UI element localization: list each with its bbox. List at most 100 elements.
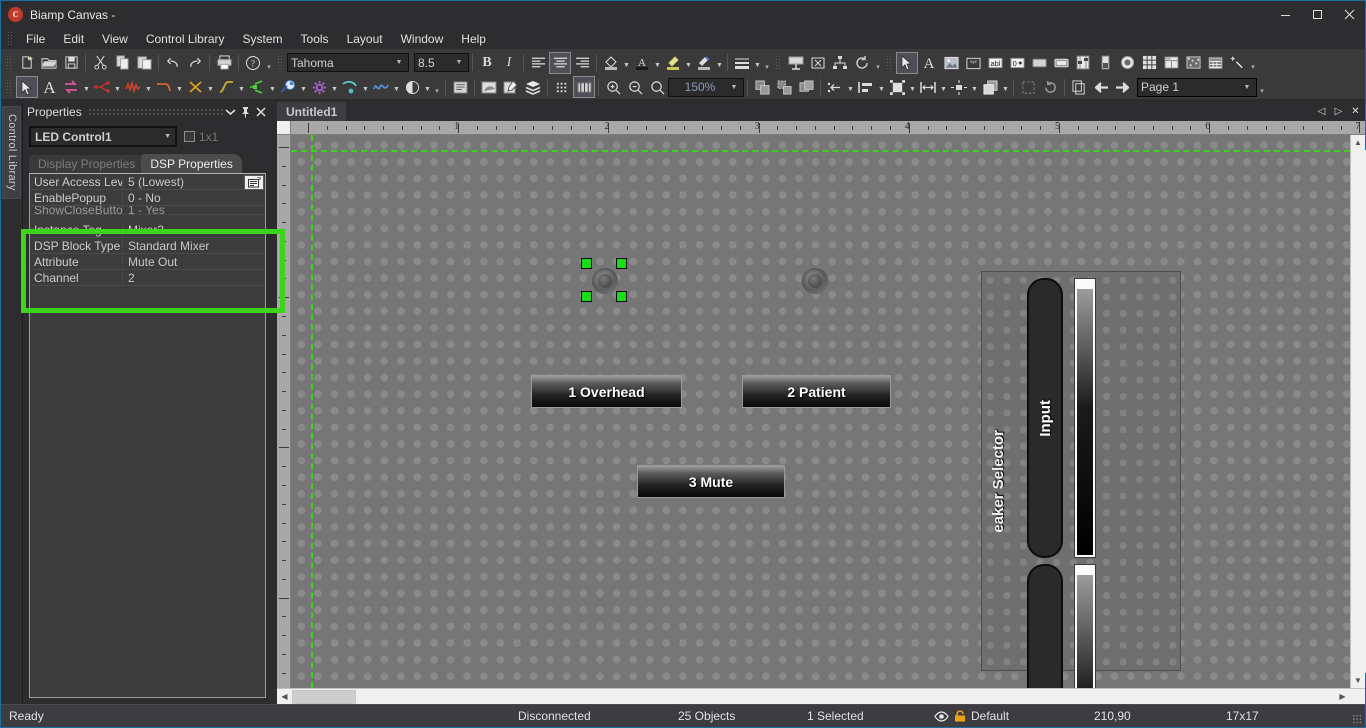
toolbar-overflow-icon[interactable]: ▾ [264, 52, 274, 74]
paint-format-icon[interactable] [693, 52, 715, 74]
panel-drag-dots[interactable] [87, 107, 223, 117]
pin-icon[interactable] [238, 104, 253, 120]
canvas-button-1-overhead[interactable]: 1 Overhead [531, 375, 682, 408]
matrix-tool-icon[interactable] [1182, 52, 1204, 74]
object-selector-combo[interactable]: LED Control1 ▼ [29, 126, 177, 147]
chevron-down-icon[interactable]: ▼ [939, 76, 948, 98]
chevron-down-icon[interactable]: ▼ [113, 76, 122, 98]
table-tool-icon[interactable] [1160, 52, 1182, 74]
equalizer-block-icon[interactable] [122, 76, 144, 98]
text-block-icon[interactable]: A [38, 76, 60, 98]
zoom-level-combo[interactable]: 150% ▼ [668, 77, 744, 97]
redo-icon[interactable] [184, 52, 206, 74]
properties-panel-icon[interactable] [449, 76, 471, 98]
canvas-vertical-scrollbar[interactable]: ▲ ▼ [1350, 135, 1366, 688]
input-pill-button-2[interactable] [1027, 564, 1063, 688]
menu-control-library[interactable]: Control Library [137, 29, 234, 49]
refresh-icon[interactable] [851, 52, 873, 74]
property-row-show-close-button[interactable]: ShowCloseButton 1 - Yes [30, 206, 265, 215]
canvas-button-2-patient[interactable]: 2 Patient [742, 375, 891, 408]
select-tool-icon[interactable] [896, 51, 918, 74]
property-row-channel[interactable]: Channel 2 [30, 270, 265, 286]
hierarchy-icon[interactable] [829, 52, 851, 74]
highlight-icon[interactable] [662, 52, 684, 74]
compile-icon[interactable] [807, 52, 829, 74]
chevron-down-icon[interactable]: ▼ [970, 76, 979, 98]
menu-edit[interactable]: Edit [54, 29, 93, 49]
align-right-icon[interactable] [571, 52, 593, 74]
guide-vertical[interactable] [311, 135, 313, 688]
property-row-user-access-level[interactable]: User Access Leve 5 (Lowest) [30, 174, 265, 190]
open-file-icon[interactable] [38, 52, 60, 74]
selection-handle[interactable] [616, 258, 627, 269]
design-canvas[interactable]: 1 Overhead 2 Patient 3 Mute eaker Select… [291, 135, 1350, 688]
meter-tool-icon[interactable] [1094, 52, 1116, 74]
italic-button[interactable]: I [498, 52, 520, 74]
system-view-icon[interactable] [785, 52, 807, 74]
duplicate-icon[interactable] [795, 76, 817, 98]
horizontal-ruler[interactable]: 1 2 3 4 5 6 7 [291, 121, 1365, 135]
scroll-right-icon[interactable]: ▶ [1335, 689, 1350, 704]
save-icon[interactable] [60, 52, 82, 74]
property-value[interactable]: Mute Out [123, 255, 265, 269]
zoom-in-icon[interactable] [602, 76, 624, 98]
chevron-down-icon[interactable]: ▼ [684, 52, 693, 74]
image-tool-icon[interactable] [940, 52, 962, 74]
meter-block-icon[interactable] [277, 76, 299, 98]
close-button[interactable] [1333, 1, 1365, 28]
sidebar-tab-control-library[interactable]: Control Library [2, 106, 21, 199]
property-value[interactable]: Mixer3 [123, 223, 265, 237]
chevron-down-icon[interactable]: ▼ [753, 52, 762, 74]
group-icon[interactable] [751, 76, 773, 98]
copy-icon[interactable] [111, 52, 133, 74]
cut-icon[interactable] [89, 52, 111, 74]
property-value[interactable]: 1 - Yes [123, 206, 265, 214]
tab-close-icon[interactable]: ✕ [1348, 103, 1363, 120]
size-objects-icon[interactable] [886, 76, 908, 98]
text-tool-icon[interactable]: A [918, 52, 940, 74]
font-size-combo[interactable]: 8.5 ▼ [414, 53, 469, 72]
chevron-down-icon[interactable]: ▼ [653, 52, 662, 74]
toolbar-gripper-font[interactable] [277, 54, 284, 71]
toolbar-overflow-icon[interactable]: ▾ [1248, 52, 1258, 74]
tab-next-icon[interactable]: ▷ [1331, 103, 1346, 120]
magic-select-icon[interactable] [1226, 52, 1248, 74]
scroll-up-icon[interactable]: ▲ [1351, 135, 1366, 150]
status-layer-group[interactable]: Default [934, 709, 1009, 723]
size-1x1-checkbox[interactable]: 1x1 [184, 130, 218, 144]
toolbar-overflow-icon[interactable]: ▾ [1257, 76, 1267, 98]
canvas-editor-icon[interactable] [478, 76, 500, 98]
chevron-down-icon[interactable]: ▼ [175, 76, 184, 98]
property-value[interactable]: 2 [123, 271, 265, 285]
chevron-down-icon[interactable]: ▼ [144, 76, 153, 98]
selection-handle[interactable] [581, 291, 592, 302]
pointer-tool-icon[interactable] [16, 76, 38, 98]
guide-horizontal[interactable] [291, 150, 1350, 152]
chevron-down-icon[interactable]: ▼ [237, 76, 246, 98]
zoom-fit-icon[interactable] [646, 76, 668, 98]
chevron-down-icon[interactable]: ▼ [846, 76, 855, 98]
menu-window[interactable]: Window [392, 29, 453, 49]
scroll-down-icon[interactable]: ▼ [1351, 673, 1366, 688]
previous-page-icon[interactable] [1090, 76, 1112, 98]
center-objects-icon[interactable] [948, 76, 970, 98]
scroll-left-icon[interactable]: ◀ [277, 689, 292, 704]
keypad-tool-icon[interactable] [1204, 52, 1226, 74]
level-block-icon[interactable] [401, 76, 423, 98]
rotate-icon[interactable] [1039, 76, 1061, 98]
font-color-icon[interactable]: A [631, 52, 653, 74]
line-weight-icon[interactable] [731, 52, 753, 74]
speaker-selector-panel[interactable]: eaker Selector Input [981, 271, 1181, 688]
tab-dsp-properties[interactable]: DSP Properties [141, 154, 242, 173]
toolbar-overflow-icon[interactable]: ▾ [762, 52, 772, 74]
tab-prev-icon[interactable]: ◁ [1314, 103, 1329, 120]
chevron-down-icon[interactable]: ▼ [361, 76, 370, 98]
ungroup-icon[interactable] [773, 76, 795, 98]
edit-page-icon[interactable] [500, 76, 522, 98]
input-pill-button[interactable]: Input [1027, 278, 1063, 558]
distribute-icon[interactable] [824, 76, 846, 98]
button-tool-icon[interactable] [1028, 52, 1050, 74]
show-guides-icon[interactable] [573, 76, 595, 98]
generator-block-icon[interactable] [370, 76, 392, 98]
align-left-icon[interactable] [527, 52, 549, 74]
